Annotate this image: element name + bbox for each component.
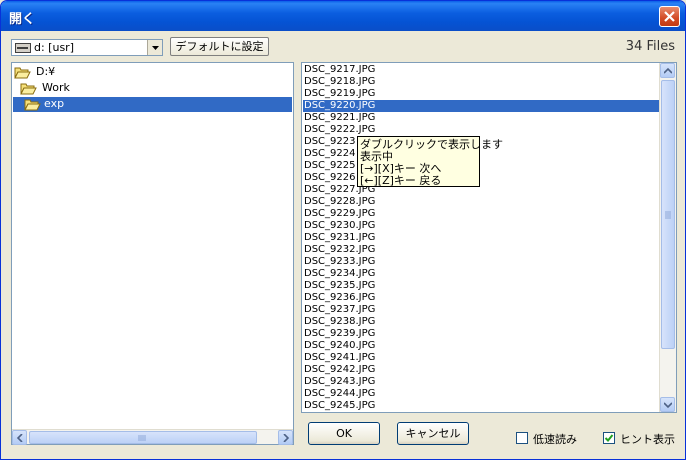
hint-checkbox[interactable]: ヒント表示 xyxy=(603,431,677,446)
tree-item-d-drive[interactable]: D:¥ xyxy=(14,65,74,80)
ok-button[interactable]: OK xyxy=(308,422,380,445)
checkbox-box[interactable] xyxy=(603,432,615,444)
file-item[interactable]: DSC_9232.JPG xyxy=(303,244,659,256)
file-item[interactable]: DSC_9235.JPG xyxy=(303,280,659,292)
low-speed-checkbox[interactable]: 低速読み xyxy=(516,431,586,446)
folder-open-icon xyxy=(20,83,37,95)
file-list[interactable]: DSC_9217.JPG DSC_9218.JPG DSC_9219.JPG DSC_… xyxy=(301,62,677,413)
folder-tree[interactable]: D:¥ Work exp xyxy=(11,62,294,445)
file-item[interactable]: DSC_9229.JPG xyxy=(303,208,659,220)
cancel-button[interactable]: キャンセル xyxy=(397,422,469,445)
drive-icon xyxy=(15,43,31,53)
scroll-right-button[interactable] xyxy=(278,430,293,445)
set-default-button[interactable]: デフォルトに設定 xyxy=(170,37,269,56)
file-item[interactable]: DSC_9240.JPG xyxy=(303,340,659,352)
hint-tooltip: ダブルクリックで表示します 表示中 [→][X]キー 次へ [←][Z]キー 戻… xyxy=(357,136,503,187)
file-item[interactable]: DSC_9238.JPG xyxy=(303,316,659,328)
grip-icon xyxy=(665,211,671,219)
grip-icon xyxy=(138,435,146,441)
file-item[interactable]: DSC_9242.JPG xyxy=(303,364,659,376)
scroll-down-button[interactable] xyxy=(660,397,675,412)
tree-item-work[interactable]: Work xyxy=(20,81,90,96)
close-button[interactable] xyxy=(659,6,680,27)
chevron-up-icon xyxy=(664,67,672,74)
drive-value: d: [usr] xyxy=(34,41,74,54)
drive-dropdown-button[interactable] xyxy=(147,40,162,55)
scroll-thumb[interactable] xyxy=(29,431,257,444)
folder-open-icon xyxy=(24,99,41,111)
file-item[interactable]: DSC_9233.JPG xyxy=(303,256,659,268)
tree-item-exp[interactable]: exp xyxy=(13,97,292,112)
tooltip-line: [←][Z]キー 戻る xyxy=(360,174,442,187)
file-item[interactable]: DSC_9239.JPG xyxy=(303,328,659,340)
file-item[interactable]: DSC_9244.JPG xyxy=(303,388,659,400)
file-item[interactable]: DSC_9230.JPG xyxy=(303,220,659,232)
chevron-down-icon xyxy=(664,402,672,409)
files-count: 34 Files xyxy=(625,39,675,54)
scroll-up-button[interactable] xyxy=(660,63,675,78)
window-title: 開く xyxy=(9,12,36,27)
chevron-left-icon xyxy=(16,434,23,442)
close-icon xyxy=(664,11,675,22)
tree-horizontal-scrollbar[interactable] xyxy=(12,429,293,445)
file-item[interactable]: DSC_9219.JPG xyxy=(303,88,659,100)
file-item[interactable]: DSC_9220.JPG xyxy=(303,100,659,112)
checkbox-box[interactable] xyxy=(516,432,528,444)
file-item[interactable]: DSC_9241.JPG xyxy=(303,352,659,364)
tree-item-label: D:¥ xyxy=(36,65,56,78)
file-item[interactable]: DSC_9217.JPG xyxy=(303,64,659,76)
chevron-down-icon xyxy=(152,46,159,50)
file-item[interactable]: DSC_9236.JPG xyxy=(303,292,659,304)
scroll-thumb[interactable] xyxy=(661,80,675,349)
drive-select[interactable]: d: [usr] xyxy=(11,39,163,56)
file-item[interactable]: DSC_9237.JPG xyxy=(303,304,659,316)
file-item[interactable]: DSC_9231.JPG xyxy=(303,232,659,244)
checkmark-icon xyxy=(604,434,614,442)
checkbox-label: 低速読み xyxy=(533,433,577,446)
file-item[interactable]: DSC_9222.JPG xyxy=(303,124,659,136)
chevron-right-icon xyxy=(283,434,290,442)
checkbox-label: ヒント表示 xyxy=(620,433,675,446)
folder-open-icon xyxy=(14,67,31,79)
file-item[interactable]: DSC_9221.JPG xyxy=(303,112,659,124)
file-item[interactable]: DSC_9243.JPG xyxy=(303,376,659,388)
file-item[interactable]: DSC_9218.JPG xyxy=(303,76,659,88)
scroll-left-button[interactable] xyxy=(12,430,27,445)
title-bar[interactable]: 開く xyxy=(1,1,685,31)
open-dialog: 開く d: [usr] デフォルトに設定 34 Files D:¥ Work e… xyxy=(0,0,686,460)
file-item[interactable]: DSC_9228.JPG xyxy=(303,196,659,208)
file-list-vertical-scrollbar[interactable] xyxy=(659,63,676,412)
file-item[interactable]: DSC_9245.JPG xyxy=(303,400,659,412)
tree-item-label: Work xyxy=(42,81,70,94)
tree-item-label: exp xyxy=(44,97,65,110)
file-item[interactable]: DSC_9234.JPG xyxy=(303,268,659,280)
